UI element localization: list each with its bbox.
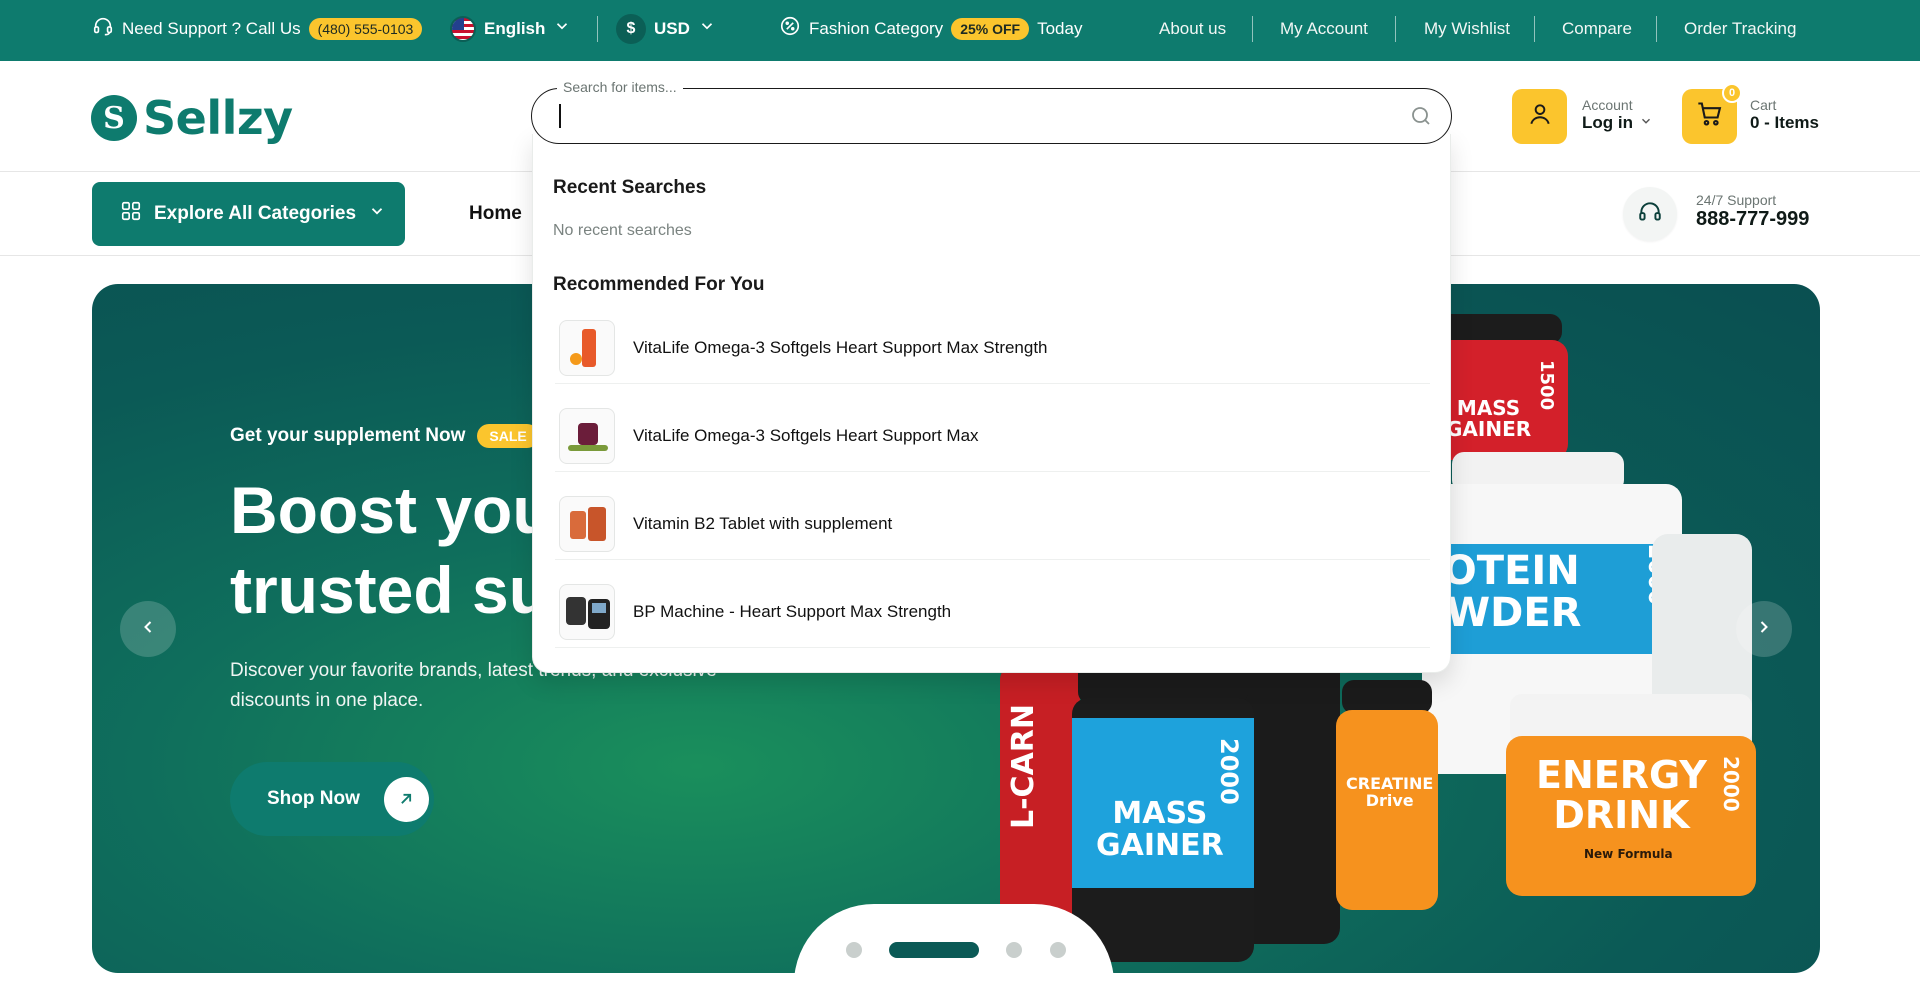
recent-searches-empty: No recent searches	[553, 222, 692, 239]
support-label: 24/7 Support	[1696, 192, 1777, 208]
search-suggestions-dropdown: Recent Searches No recent searches Recom…	[532, 134, 1451, 673]
recommended-item-name: VitaLife Omega-3 Softgels Heart Support …	[633, 425, 979, 445]
explore-label: Explore All Categories	[154, 203, 357, 224]
home-label: Home	[469, 203, 522, 224]
support-icon-circle	[1623, 187, 1677, 241]
site-logo[interactable]: S Sellzy	[91, 91, 293, 145]
recommended-item[interactable]: BP Machine - Heart Support Max Strength	[555, 576, 1430, 648]
recommended-item-name: Vitamin B2 Tablet with supplement	[633, 513, 893, 533]
top-bar: Need Support ? Call Us (480) 555-0103 En…	[0, 0, 1920, 61]
carousel-dot[interactable]	[846, 942, 862, 958]
mass1500-jar: MASS GAINER 1500	[1432, 340, 1568, 460]
shop-now-button[interactable]: Shop Now	[230, 762, 434, 836]
language-selector[interactable]: English	[450, 0, 571, 57]
arrow-up-right-icon	[383, 776, 429, 822]
logo-mark: S	[91, 95, 137, 141]
divider	[597, 16, 598, 42]
chevron-down-icon	[1639, 114, 1653, 133]
recommended-heading: Recommended For You	[553, 274, 765, 295]
recommended-item-name: BP Machine - Heart Support Max Strength	[633, 601, 952, 621]
supplement-jar-icon	[559, 407, 615, 464]
about-us-link[interactable]: About us	[1159, 0, 1226, 57]
text-caret	[559, 104, 561, 128]
my-account-link[interactable]: My Account	[1280, 0, 1368, 57]
search-icon[interactable]	[1409, 104, 1433, 133]
grid-icon	[120, 200, 142, 228]
us-flag-icon	[450, 15, 476, 42]
hero-eyebrow-text: Get your supplement Now	[230, 425, 466, 446]
chevron-down-icon	[553, 17, 571, 40]
creatine-lid	[1342, 680, 1432, 714]
chevron-right-icon	[1754, 617, 1774, 642]
mass2000-jar: MASS GAINER 2000	[1072, 698, 1254, 962]
headset-icon	[92, 15, 114, 42]
chevron-down-icon	[368, 202, 386, 226]
headset-icon	[1637, 199, 1663, 230]
divider	[1252, 16, 1253, 42]
cart-text[interactable]: Cart 0 - Items	[1750, 97, 1819, 133]
divider	[1395, 16, 1396, 42]
account-button[interactable]	[1512, 89, 1567, 144]
promo-text: Fashion Category	[809, 18, 944, 38]
explore-categories-button[interactable]: Explore All Categories	[92, 182, 405, 246]
currency-selector[interactable]: $ USD	[616, 0, 716, 57]
cart-label: Cart	[1750, 97, 1777, 113]
tablet-bottle-icon	[559, 495, 615, 552]
divider	[1534, 16, 1535, 42]
dollar-icon: $	[616, 13, 646, 44]
search-input[interactable]	[531, 88, 1452, 144]
chevron-left-icon	[138, 617, 158, 642]
carousel-next-button[interactable]	[1736, 601, 1792, 657]
promo-discount-badge: 25% OFF	[951, 17, 1030, 40]
carousel-dots-tab	[794, 904, 1114, 973]
carousel-prev-button[interactable]	[120, 601, 176, 657]
energy-jar: ENERGY DRINK New Formula 2000	[1506, 736, 1756, 896]
hero-eyebrow: Get your supplement Now SALE	[230, 424, 539, 448]
account-text[interactable]: Account Log in	[1582, 97, 1653, 133]
user-icon	[1527, 101, 1553, 132]
supplement-bottle-icon	[559, 319, 615, 376]
carousel-dot[interactable]	[1050, 942, 1066, 958]
sale-badge: SALE	[477, 424, 539, 448]
mass2000-label: MASS GAINER	[1096, 796, 1224, 863]
support-phone-badge[interactable]: (480) 555-0103	[308, 17, 423, 40]
recommended-item[interactable]: VitaLife Omega-3 Softgels Heart Support …	[555, 312, 1430, 384]
login-label: Log in	[1582, 113, 1633, 132]
compare-link[interactable]: Compare	[1562, 0, 1632, 57]
promo-suffix: Today	[1037, 18, 1083, 38]
language-label: English	[484, 18, 546, 38]
support-phone[interactable]: 888-777-999	[1696, 208, 1809, 231]
divider	[1656, 16, 1657, 42]
support-info: Need Support ? Call Us (480) 555-0103	[92, 0, 423, 57]
my-wishlist-link[interactable]: My Wishlist	[1424, 0, 1510, 57]
currency-label: USD	[654, 18, 690, 38]
creatine-label: CREATINE Drive	[1346, 774, 1434, 810]
recommended-item[interactable]: VitaLife Omega-3 Softgels Heart Support …	[555, 400, 1430, 472]
cart-count-badge: 0	[1722, 83, 1742, 103]
percent-badge-icon	[779, 15, 801, 42]
cart-icon	[1696, 100, 1724, 133]
recommended-item[interactable]: Vitamin B2 Tablet with supplement	[555, 488, 1430, 560]
shop-now-label: Shop Now	[267, 788, 360, 809]
search-placeholder-label: Search for items...	[557, 79, 683, 95]
mass1500-label: MASS GAINER	[1446, 396, 1532, 441]
carousel-dot[interactable]	[1006, 942, 1022, 958]
support-text: Need Support ? Call Us	[122, 18, 301, 38]
bp-machine-icon	[559, 583, 615, 640]
carousel-dot-active[interactable]	[889, 942, 979, 958]
cart-items-label: 0 - Items	[1750, 113, 1819, 132]
order-tracking-link[interactable]: Order Tracking	[1684, 0, 1796, 57]
logo-text: Sellzy	[143, 91, 293, 145]
recent-searches-heading: Recent Searches	[553, 177, 707, 198]
support-contact: 24/7 Support 888-777-999	[1696, 192, 1809, 231]
account-label: Account	[1582, 97, 1633, 113]
energy-label: ENERGY DRINK	[1536, 753, 1707, 837]
creatine-bottle: CREATINE Drive	[1336, 710, 1438, 910]
promo-banner: Fashion Category 25% OFF Today	[779, 0, 1082, 57]
recommended-item-name: VitaLife Omega-3 Softgels Heart Support …	[633, 337, 1048, 357]
chevron-down-icon	[698, 17, 716, 40]
